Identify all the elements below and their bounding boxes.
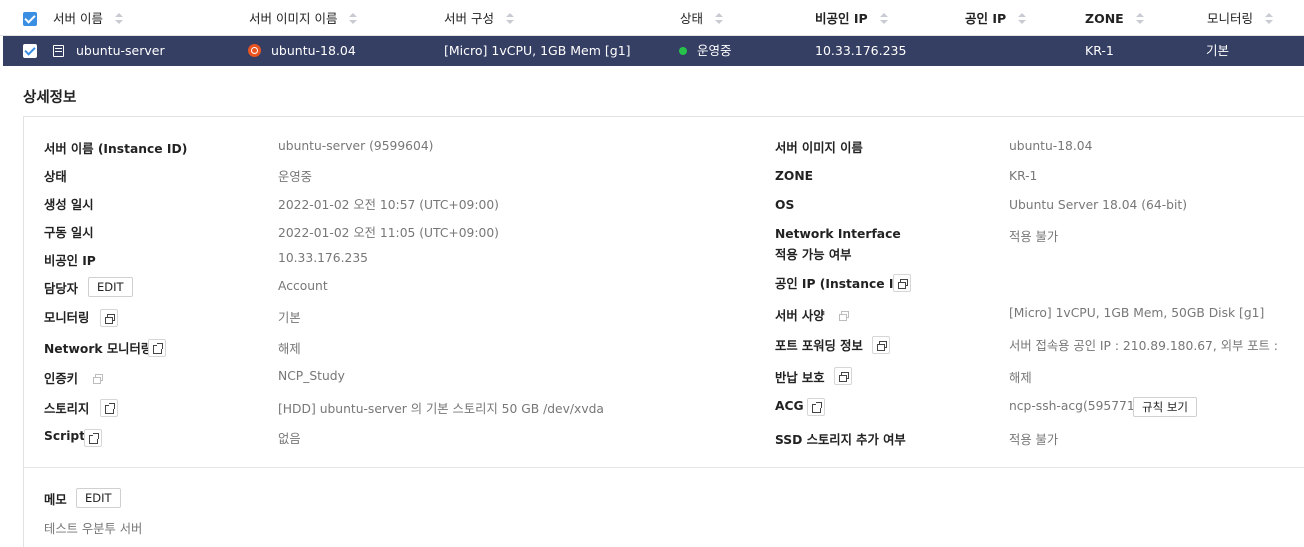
value-network-interface: 적용 불가: [1009, 230, 1059, 244]
column-label: 비공인 IP: [815, 11, 868, 26]
label-public-ip: 공인 IP (Instance ID): [775, 277, 910, 291]
row-image-name: ubuntu-18.04: [271, 43, 356, 58]
label-network-interface: Network Interface: [775, 227, 901, 241]
value-private-ip: 10.33.176.235: [278, 251, 368, 265]
column-header-public-ip[interactable]: 공인 IP: [965, 0, 1027, 36]
value-return-protection: 해제: [1009, 371, 1032, 385]
external-link-icon[interactable]: [148, 339, 166, 357]
label-port-forwarding: 포트 포워딩 정보: [775, 339, 863, 353]
column-header-image-name[interactable]: 서버 이미지 이름: [249, 0, 358, 36]
label-server-name: 서버 이름 (Instance ID): [44, 142, 188, 156]
copy-icon[interactable]: [100, 309, 118, 327]
status-running-icon: [679, 47, 687, 55]
value-storage: [HDD] ubuntu-server 의 기본 스토리지 50 GB /dev…: [278, 402, 604, 416]
sort-icon[interactable]: [879, 13, 888, 25]
sort-icon[interactable]: [1018, 13, 1027, 25]
value-os: Ubuntu Server 18.04 (64-bit): [1009, 198, 1187, 212]
external-link-icon[interactable]: [807, 398, 825, 416]
copy-icon[interactable]: [834, 306, 852, 324]
value-server-name: ubuntu-server (9599604): [278, 139, 434, 153]
label-os: OS: [775, 198, 795, 212]
divider: [24, 467, 1304, 468]
value-auth-key: NCP_Study: [278, 369, 345, 383]
row-status: 운영중: [697, 43, 732, 58]
value-zone: KR-1: [1009, 169, 1038, 183]
table-row[interactable]: ubuntu-server ubuntu-18.04 [Micro] 1vCPU…: [3, 36, 1304, 66]
column-label: 서버 이름: [53, 11, 103, 26]
column-label: 모니터링: [1207, 11, 1254, 26]
column-label: 공인 IP: [965, 11, 1007, 26]
row-server-spec: [Micro] 1vCPU, 1GB Mem [g1]: [444, 43, 631, 58]
owner-edit-button[interactable]: EDIT: [88, 277, 133, 297]
value-started-at: 2022-01-02 오전 11:05 (UTC+09:00): [278, 226, 499, 240]
row-checkbox[interactable]: [23, 44, 37, 58]
value-status: 운영중: [278, 170, 312, 184]
column-header-server-spec[interactable]: 서버 구성: [444, 0, 514, 36]
column-header-zone[interactable]: ZONE: [1085, 0, 1144, 36]
label-status: 상태: [44, 170, 67, 184]
label-server-spec: 서버 사양: [775, 309, 825, 323]
label-memo: 메모: [44, 493, 67, 507]
external-link-icon[interactable]: [84, 429, 102, 447]
server-icon: [53, 45, 64, 57]
value-port-forwarding: 서버 접속용 공인 IP : 210.89.180.67, 외부 포트 :: [1009, 339, 1278, 353]
copy-icon[interactable]: [834, 367, 852, 385]
value-server-spec: [Micro] 1vCPU, 1GB Mem, 50GB Disk [g1]: [1009, 306, 1265, 320]
column-label: 서버 구성: [444, 11, 494, 26]
column-label: ZONE: [1085, 11, 1124, 26]
sort-icon[interactable]: [715, 13, 724, 25]
label-ssd-storage: SSD 스토리지 추가 여부: [775, 433, 906, 447]
label-started-at: 구동 일시: [44, 226, 94, 240]
row-server-name: ubuntu-server: [76, 43, 165, 58]
column-label: 서버 이미지 이름: [249, 11, 338, 26]
label-monitoring: 모니터링: [44, 311, 90, 325]
label-owner: 담당자: [44, 282, 78, 296]
column-label: 상태: [680, 11, 704, 26]
detail-panel: [23, 116, 1304, 547]
label-private-ip: 비공인 IP: [44, 254, 96, 268]
select-all-checkbox[interactable]: [23, 12, 37, 26]
row-zone: KR-1: [1085, 43, 1114, 58]
value-created-at: 2022-01-02 오전 10:57 (UTC+09:00): [278, 198, 499, 212]
value-network-monitoring: 해제: [278, 342, 301, 356]
copy-icon[interactable]: [88, 369, 106, 387]
label-image-name: 서버 이미지 이름: [775, 141, 863, 155]
copy-icon[interactable]: [872, 336, 890, 354]
label-script: Script: [44, 429, 86, 443]
external-link-icon[interactable]: [100, 399, 118, 417]
label-network-interface-availability: 적용 가능 여부: [775, 248, 852, 262]
value-script: 없음: [278, 432, 301, 446]
label-acg: ACG: [775, 399, 804, 413]
value-ssd-storage: 적용 불가: [1009, 433, 1059, 447]
label-auth-key: 인증키: [44, 372, 78, 386]
label-return-protection: 반납 보호: [775, 371, 825, 385]
value-monitoring: 기본: [278, 311, 301, 325]
value-memo: 테스트 우분투 서버: [44, 522, 143, 536]
copy-icon[interactable]: [893, 274, 911, 292]
label-network-monitoring: Network 모니터링: [44, 342, 153, 356]
column-header-server-name[interactable]: 서버 이름: [53, 0, 123, 36]
sort-icon[interactable]: [505, 13, 514, 25]
value-owner: Account: [278, 279, 328, 293]
column-header-monitoring[interactable]: 모니터링: [1207, 0, 1274, 36]
column-header-status[interactable]: 상태: [680, 0, 724, 36]
detail-section-title: 상세정보: [23, 90, 77, 106]
table-header: 서버 이름 서버 이미지 이름 서버 구성 상태 비공인 IP 공인 IP ZO…: [0, 0, 1304, 36]
memo-edit-button[interactable]: EDIT: [76, 488, 121, 508]
view-rules-button[interactable]: 규칙 보기: [1133, 397, 1197, 417]
column-header-private-ip[interactable]: 비공인 IP: [815, 0, 888, 36]
sort-icon[interactable]: [1135, 13, 1144, 25]
value-image-name: ubuntu-18.04: [1009, 139, 1093, 153]
sort-icon[interactable]: [349, 13, 358, 25]
label-zone: ZONE: [775, 169, 814, 183]
value-acg: ncp-ssh-acg(595771): [1009, 399, 1140, 413]
row-monitoring: 기본: [1206, 43, 1230, 58]
sort-icon[interactable]: [1265, 13, 1274, 25]
row-private-ip: 10.33.176.235: [815, 43, 907, 58]
ubuntu-icon: [248, 44, 261, 57]
label-created-at: 생성 일시: [44, 198, 94, 212]
label-storage: 스토리지: [44, 402, 90, 416]
sort-icon[interactable]: [114, 13, 123, 25]
